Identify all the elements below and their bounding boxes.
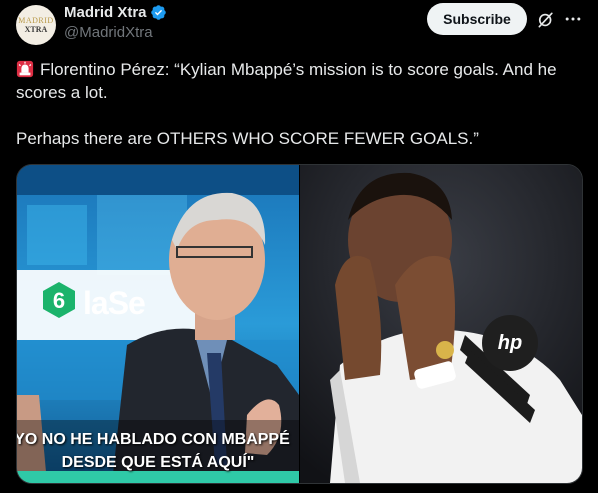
tweet-media[interactable]: 6 laSe YO NO HE HABLADO CON MBAPPÉ DESDE… (16, 164, 583, 484)
avatar-text-top: MADRID (18, 16, 54, 25)
player-photo (300, 165, 582, 483)
media-image-left[interactable]: 6 laSe YO NO HE HABLADO CON MBAPPÉ DESDE… (17, 165, 299, 483)
broadcast-channel-logo: 6 (43, 282, 75, 318)
verified-badge-icon (150, 5, 166, 20)
shirt-sponsor-text: hp (498, 332, 522, 354)
siren-emoji-icon (16, 60, 34, 78)
more-icon[interactable] (563, 9, 583, 29)
broadcast-logo-text: laSe (83, 285, 146, 321)
shirt-sponsor-logo: hp (498, 332, 522, 354)
author-handle[interactable]: @MadridXtra (64, 24, 167, 41)
media-caption-line-1: YO NO HE HABLADO CON MBAPPÉ (17, 431, 290, 448)
author-display-name-row[interactable]: Madrid Xtra (64, 4, 167, 21)
media-image-right[interactable]: hp (300, 165, 582, 483)
grok-icon[interactable] (536, 10, 556, 30)
avatar[interactable]: MADRID XTRA (16, 5, 56, 45)
tweet-header: MADRID XTRA Madrid Xtra @MadridXtra Subs… (16, 0, 582, 52)
avatar-text-bottom: XTRA (24, 25, 48, 34)
author-info: Madrid Xtra @MadridXtra (64, 4, 167, 41)
author-display-name[interactable]: Madrid Xtra (64, 4, 147, 21)
tweet-text: Florentino Pérez: “Kylian Mbappé’s missi… (16, 58, 582, 150)
broadcast-channel-number: 6 (53, 288, 65, 313)
subscribe-button[interactable]: Subscribe (427, 3, 527, 35)
tweet-paragraph-1: Florentino Pérez: “Kylian Mbappé’s missi… (16, 58, 582, 104)
tweet-line-2: Perhaps there are OTHERS WHO SCORE FEWER… (16, 129, 479, 148)
tweet-line-1: Florentino Pérez: “Kylian Mbappé’s missi… (16, 60, 557, 102)
media-caption-line-2: DESDE QUE ESTÁ AQUÍ" (61, 454, 255, 471)
